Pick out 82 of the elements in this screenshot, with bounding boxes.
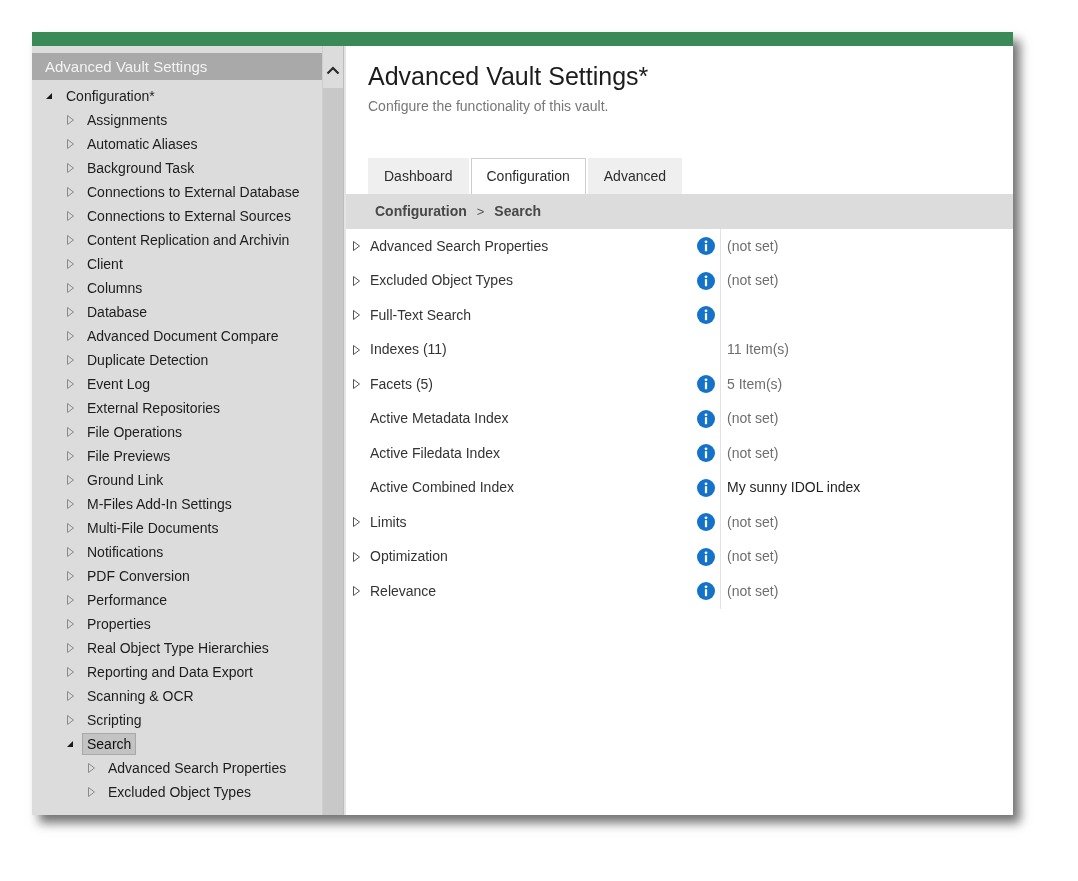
tree-item[interactable]: Connections to External Sources — [82, 205, 296, 227]
info-icon[interactable] — [697, 237, 715, 256]
breadcrumb-link[interactable]: Configuration — [375, 201, 467, 222]
property-name: Active Combined Index — [370, 478, 514, 498]
breadcrumb-separator: > — [476, 202, 485, 221]
property-name: Advanced Search Properties — [370, 236, 549, 256]
tree-item[interactable]: Real Object Type Hierarchies — [82, 637, 274, 659]
property-name: Facets (5) — [370, 374, 433, 394]
property-name: Relevance — [370, 581, 437, 601]
tree-item[interactable]: Scripting — [82, 709, 147, 731]
property-value: 11 Item(s) — [727, 340, 789, 360]
tree-item[interactable]: External Repositories — [82, 397, 226, 419]
breadcrumb-current: Search — [494, 202, 542, 221]
property-name: Optimization — [370, 547, 448, 567]
tree-item[interactable]: Reporting and Data Export — [82, 661, 258, 683]
tree-item[interactable]: Configuration* — [61, 85, 160, 107]
caret-down-icon[interactable] — [46, 93, 52, 99]
page-title: Advanced Vault Settings* — [368, 61, 649, 92]
property-name: Full-Text Search — [370, 305, 472, 325]
info-icon[interactable] — [697, 513, 715, 532]
tree-item[interactable]: File Previews — [82, 445, 176, 467]
tree-item[interactable]: Properties — [82, 613, 156, 635]
tree-item[interactable]: Advanced Search Properties — [103, 757, 292, 779]
tree-item[interactable]: Assignments — [82, 109, 173, 131]
info-icon[interactable] — [697, 478, 715, 497]
property-value: (not set) — [727, 547, 779, 567]
property-name: Excluded Object Types — [370, 271, 513, 291]
caret-down-icon[interactable] — [67, 741, 73, 747]
caret-right-icon[interactable] — [353, 379, 360, 390]
tree-item[interactable]: Search — [82, 733, 137, 755]
caret-right-icon[interactable] — [353, 586, 360, 597]
tree-item[interactable]: Background Task — [82, 157, 200, 179]
tree-item[interactable]: Advanced Document Compare — [82, 325, 284, 347]
caret-right-icon[interactable] — [353, 551, 360, 562]
caret-right-icon[interactable] — [353, 310, 360, 321]
tree-item[interactable]: Notifications — [82, 541, 169, 563]
property-name: Indexes (11) — [370, 340, 447, 360]
property-value: (not set) — [727, 409, 779, 429]
scroll-up-button[interactable] — [323, 46, 343, 88]
property-name: Active Filedata Index — [370, 443, 500, 463]
tab[interactable]: Configuration — [470, 158, 586, 194]
info-icon[interactable] — [697, 409, 715, 428]
property-value: (not set) — [727, 443, 779, 463]
property-value: My sunny IDOL index — [727, 478, 861, 498]
caret-right-icon[interactable] — [353, 344, 360, 355]
tree-item[interactable]: File Operations — [82, 421, 187, 443]
caret-right-icon[interactable] — [353, 275, 360, 286]
tree-item[interactable]: Multi-File Documents — [82, 517, 224, 539]
info-icon[interactable] — [697, 375, 715, 394]
tab[interactable]: Advanced — [587, 158, 683, 194]
tree-item[interactable]: Scanning & OCR — [82, 685, 199, 707]
caret-right-icon[interactable] — [353, 241, 360, 252]
tree-item[interactable]: Client — [82, 253, 128, 275]
tree-item[interactable]: Event Log — [82, 373, 156, 395]
tree-item[interactable]: Duplicate Detection — [82, 349, 214, 371]
info-icon[interactable] — [697, 444, 715, 463]
property-value: (not set) — [727, 581, 779, 601]
tree-item[interactable]: Ground Link — [82, 469, 169, 491]
info-icon[interactable] — [697, 547, 715, 566]
info-icon[interactable] — [697, 306, 715, 325]
tree-item[interactable]: Columns — [82, 277, 148, 299]
property-value: 5 Item(s) — [727, 374, 783, 394]
tree-item[interactable]: Connections to External Database — [82, 181, 305, 203]
info-icon[interactable] — [697, 582, 715, 601]
info-icon[interactable] — [697, 271, 715, 290]
property-value: (not set) — [727, 236, 779, 256]
tree-item[interactable]: M-Files Add-In Settings — [82, 493, 237, 515]
page-subtitle: Configure the functionality of this vault. — [368, 97, 609, 116]
property-name: Limits — [370, 512, 407, 532]
sidebar-header: Advanced Vault Settings — [32, 53, 322, 80]
tree-item[interactable]: Performance — [82, 589, 173, 611]
tab[interactable]: Dashboard — [368, 158, 469, 194]
tree-item[interactable]: Excluded Object Types — [103, 781, 256, 803]
tree-item[interactable]: Database — [82, 301, 152, 323]
tree-item[interactable]: Automatic Aliases — [82, 133, 203, 155]
chevron-up-icon[interactable] — [326, 66, 340, 75]
tree-item[interactable]: Content Replication and Archivin — [82, 229, 295, 251]
property-name: Active Metadata Index — [370, 409, 509, 429]
property-value: (not set) — [727, 271, 779, 291]
caret-right-icon[interactable] — [353, 517, 360, 528]
property-value: (not set) — [727, 512, 779, 532]
tree-item[interactable]: PDF Conversion — [82, 565, 195, 587]
